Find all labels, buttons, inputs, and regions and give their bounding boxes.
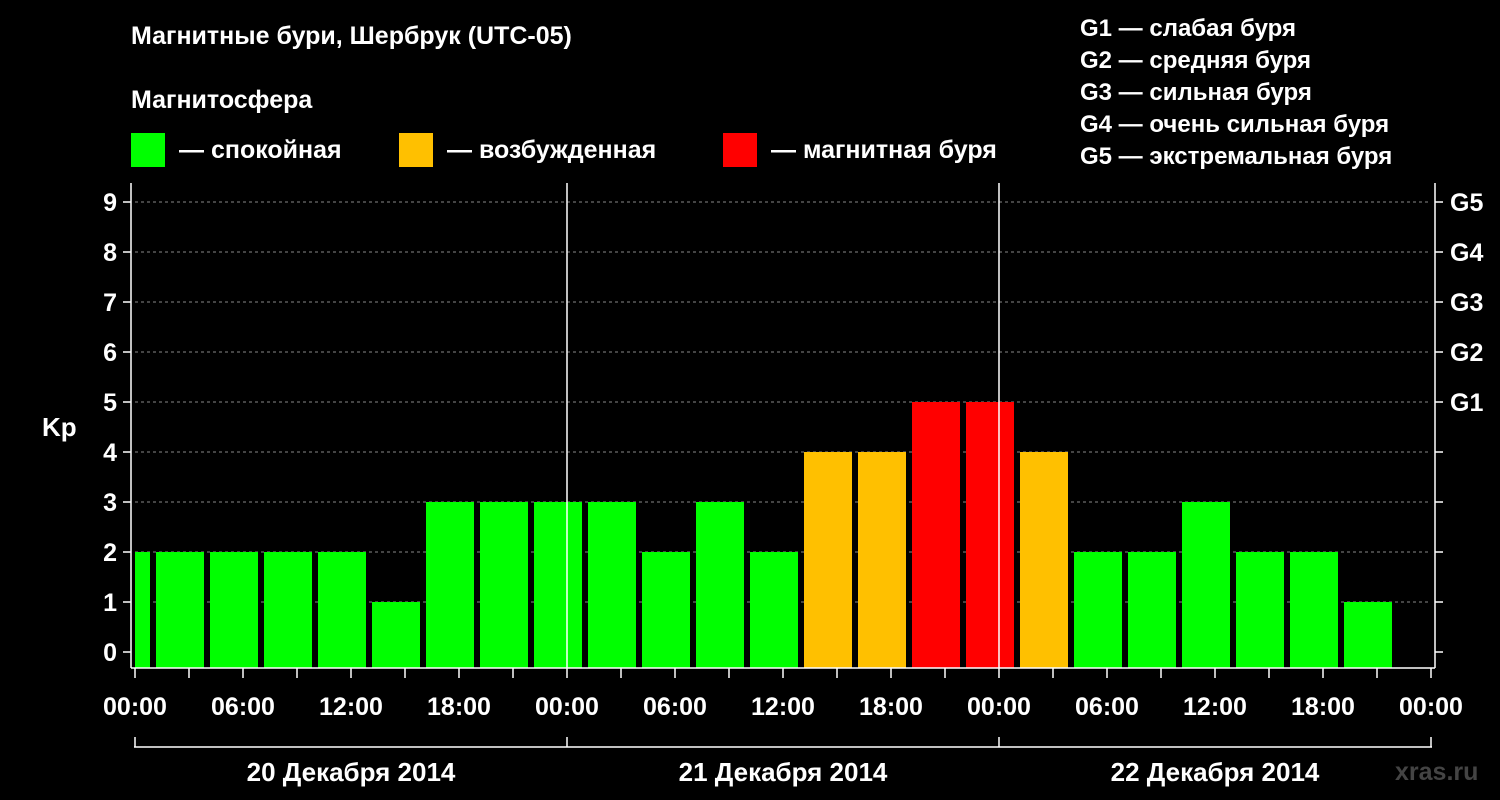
- kp-bar: [156, 552, 204, 668]
- kp-bar: [210, 552, 258, 668]
- kp-bar: [1290, 552, 1338, 668]
- g-axis-label: G1: [1450, 389, 1483, 417]
- y-tick-label: 1: [103, 589, 117, 617]
- g-axis-label: G3: [1450, 289, 1483, 317]
- kp-bar: [696, 502, 744, 668]
- kp-bar: [372, 602, 420, 668]
- y-tick-label: 5: [103, 389, 117, 417]
- kp-bar: [1128, 552, 1176, 668]
- legend-item-storm: — магнитная буря: [723, 133, 997, 167]
- y-tick-label: 6: [103, 339, 117, 367]
- y-tick-label: 4: [103, 439, 117, 467]
- kp-bar: [804, 452, 852, 668]
- g-level-5: G5 — экстремальная буря: [1080, 143, 1393, 170]
- legend-label-quiet: — спокойная: [179, 135, 342, 164]
- x-tick-label: 00:00: [535, 693, 599, 721]
- watermark: xras.ru: [1395, 758, 1479, 786]
- x-tick-label: 00:00: [103, 693, 167, 721]
- day-label: 21 Декабря 2014: [679, 757, 888, 787]
- g-level-4: G4 — очень сильная буря: [1080, 111, 1390, 138]
- chart-title: Магнитные бури, Шербрук (UTC-05): [131, 22, 572, 50]
- kp-bar: [1344, 602, 1392, 668]
- y-tick-label: 8: [103, 239, 117, 267]
- y-axis-label: Kp: [42, 412, 77, 442]
- kp-bar: [858, 452, 906, 668]
- x-tick-label: 06:00: [643, 693, 707, 721]
- x-tick-label: 06:00: [211, 693, 275, 721]
- g-axis-label: G2: [1450, 339, 1483, 367]
- legend-item-quiet: — спокойная: [131, 133, 342, 167]
- x-tick-label: 06:00: [1075, 693, 1139, 721]
- legend-label-storm: — магнитная буря: [771, 135, 997, 164]
- kp-bar: [480, 502, 528, 668]
- kp-bar: [642, 552, 690, 668]
- kp-bar: [135, 552, 150, 668]
- kp-bar: [534, 502, 582, 668]
- y-tick-label: 7: [103, 289, 117, 317]
- y-tick-label: 9: [103, 189, 117, 217]
- y-tick-label: 0: [103, 639, 117, 667]
- x-tick-label: 12:00: [1183, 693, 1247, 721]
- x-tick-label: 18:00: [859, 693, 923, 721]
- g-level-legend: G1 — слабая буря G2 — средняя буря G3 — …: [1080, 13, 1392, 173]
- kp-bar: [1236, 552, 1284, 668]
- legend-heading: Магнитосфера: [131, 86, 313, 114]
- y-tick-label: 2: [103, 539, 117, 567]
- kp-bar: [588, 502, 636, 668]
- x-tick-label: 00:00: [1399, 693, 1463, 721]
- kp-bar: [426, 502, 474, 668]
- y-tick-label: 3: [103, 489, 117, 517]
- legend-swatch-active: [399, 133, 433, 167]
- legend-label-active: — возбужденная: [447, 135, 657, 164]
- kp-bar: [966, 402, 1014, 668]
- kp-bar: [912, 402, 960, 668]
- legend-swatch-quiet: [131, 133, 165, 167]
- legend-swatch-storm: [723, 133, 757, 167]
- kp-bar: [750, 552, 798, 668]
- kp-bar: [1020, 452, 1068, 668]
- x-tick-label: 18:00: [427, 693, 491, 721]
- g-level-3: G3 — сильная буря: [1080, 79, 1312, 106]
- legend-item-active: — возбужденная: [399, 133, 656, 167]
- x-tick-label: 00:00: [967, 693, 1031, 721]
- x-tick-label: 12:00: [319, 693, 383, 721]
- g-axis-label: G4: [1450, 239, 1483, 267]
- g-axis-label: G5: [1450, 189, 1483, 217]
- kp-bar: [1182, 502, 1230, 668]
- day-label: 22 Декабря 2014: [1111, 757, 1320, 787]
- kp-bar: [264, 552, 312, 668]
- kp-bar: [318, 552, 366, 668]
- g-level-2: G2 — средняя буря: [1080, 47, 1311, 74]
- x-tick-label: 12:00: [751, 693, 815, 721]
- g-level-1: G1 — слабая буря: [1080, 15, 1297, 42]
- kp-bar: [1074, 552, 1122, 668]
- day-label: 20 Декабря 2014: [247, 757, 456, 787]
- x-tick-label: 18:00: [1291, 693, 1355, 721]
